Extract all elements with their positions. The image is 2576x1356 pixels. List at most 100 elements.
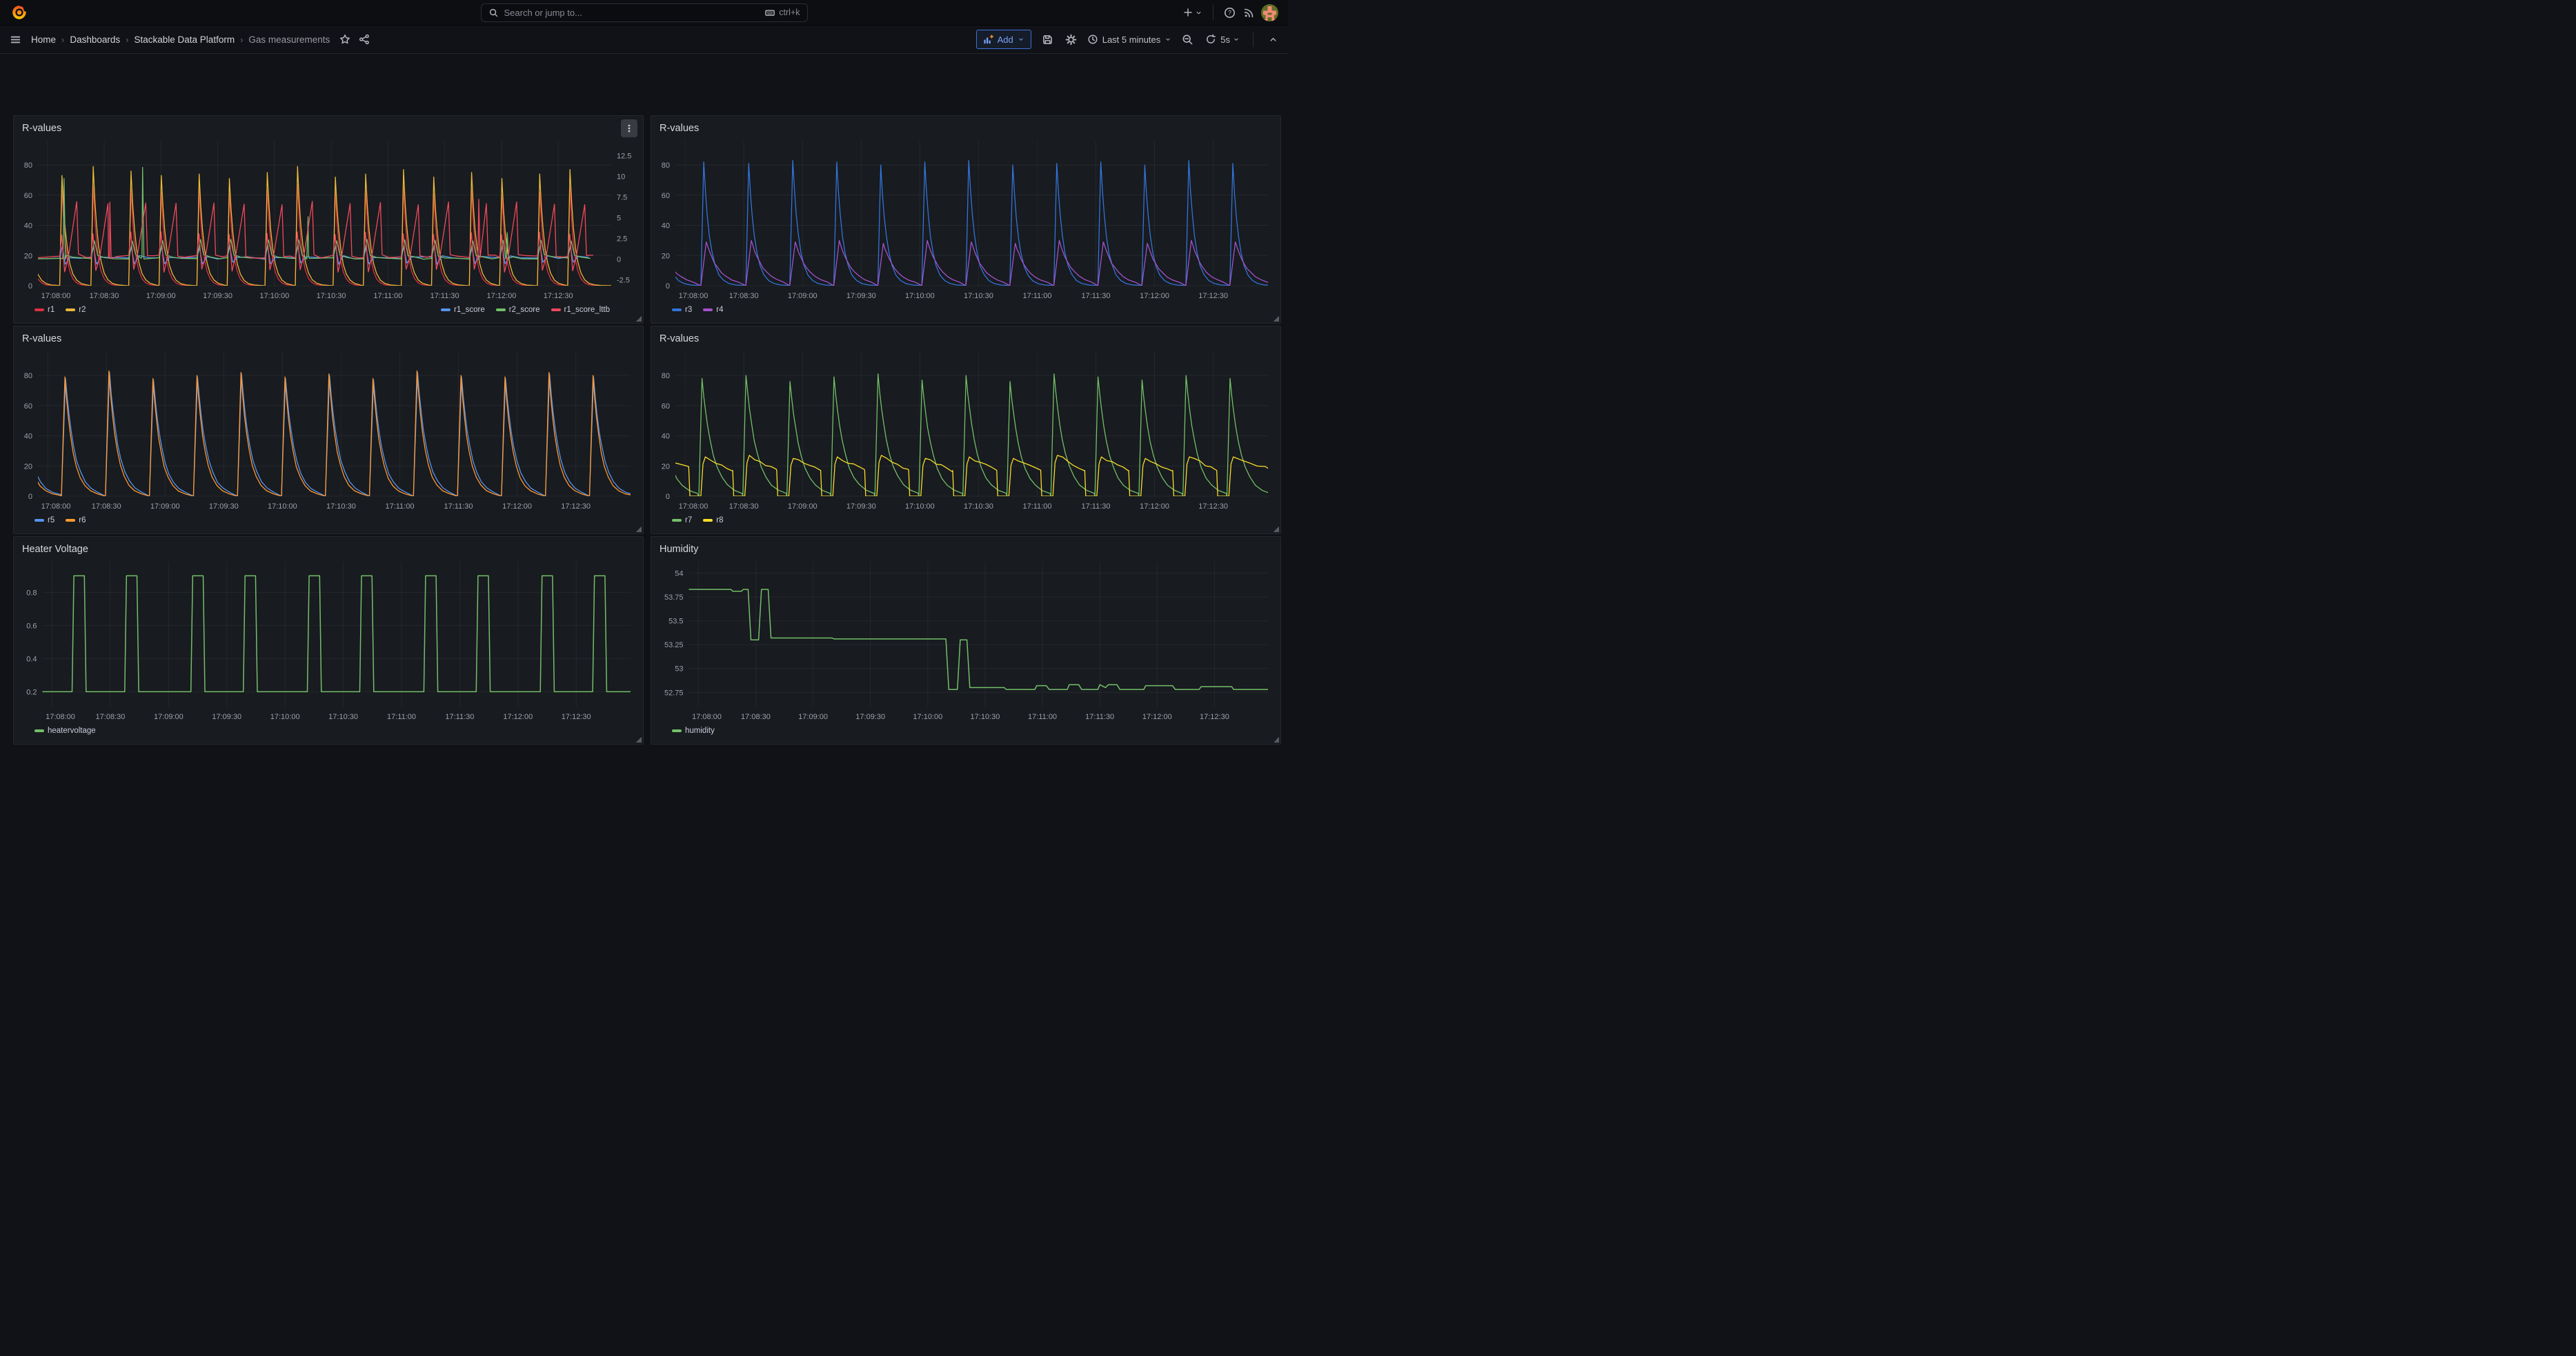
legend-item-r6[interactable]: r6	[66, 516, 86, 524]
share-button[interactable]	[357, 32, 371, 46]
x-tick-label: 17:08:30	[90, 292, 119, 300]
news-rss-button[interactable]	[1242, 6, 1256, 20]
time-series-plot[interactable]: 52.755353.2553.553.755417:08:0017:08:301…	[657, 558, 1276, 723]
time-series-plot[interactable]: 020406080 -2.502.557.51012.5 17:08:00 17:08…	[19, 137, 639, 302]
y-tick-label: 60	[662, 402, 670, 411]
x-axis: 17:08:0017:08:3017:09:0017:09:3017:10:00…	[41, 502, 591, 511]
profile-avatar[interactable]	[1261, 4, 1278, 21]
panel-title[interactable]: Heater Voltage	[22, 544, 88, 555]
time-series-plot[interactable]: 02040608017:08:0017:08:3017:09:0017:09:3…	[657, 137, 1276, 302]
favorite-star-button[interactable]	[338, 32, 352, 46]
search-placeholder: Search or jump to...	[504, 8, 760, 18]
time-range-picker[interactable]: Last 5 minutes	[1087, 34, 1172, 45]
legend-swatch	[34, 308, 44, 311]
y-tick-label: 40	[24, 433, 32, 441]
chevron-down-icon	[1195, 9, 1202, 17]
time-series-plot[interactable]: 0.20.40.60.817:08:0017:08:3017:09:0017:0…	[19, 558, 639, 723]
menu-toggle-button[interactable]	[8, 32, 23, 47]
x-tick-label: 17:10:00	[905, 502, 935, 511]
add-panel-button[interactable]: Add	[976, 30, 1031, 49]
legend-item-r5[interactable]: r5	[34, 516, 55, 524]
panel-r-values-4: R-values02040608017:08:0017:08:3017:09:0…	[651, 326, 1281, 534]
breadcrumb-home[interactable]: Home	[31, 35, 56, 45]
y-tick-label: 0	[666, 282, 670, 291]
panel-resize-handle[interactable]	[1274, 737, 1279, 743]
save-dashboard-button[interactable]	[1040, 32, 1055, 47]
x-tick-label: 17:12:30	[1198, 502, 1228, 511]
legend-item-r1_score_lttb[interactable]: r1_score_lttb	[551, 306, 610, 314]
panel-menu-button[interactable]	[621, 119, 637, 137]
dashboard-settings-button[interactable]	[1064, 32, 1078, 47]
help-button[interactable]: ?	[1222, 6, 1237, 20]
x-tick-label: 17:08:00	[679, 502, 709, 511]
create-new-button[interactable]	[1181, 6, 1204, 19]
zoom-out-button[interactable]	[1180, 32, 1195, 47]
legend: r1 r2 r1_score r2_score r1_score_lttb	[19, 302, 637, 317]
legend-swatch	[496, 308, 506, 311]
y-axis-right: -2.502.557.51012.5	[617, 153, 631, 285]
y-tick-label: 80	[662, 372, 670, 380]
x-tick-label: 17:11:00	[1028, 713, 1057, 721]
legend: r3 r4	[657, 302, 1275, 317]
time-range-label: Last 5 minutes	[1102, 35, 1161, 45]
time-series-plot[interactable]: 02040608017:08:0017:08:3017:09:0017:09:3…	[19, 347, 639, 513]
legend-item-heatervoltage[interactable]: heatervoltage	[34, 727, 96, 735]
legend-item-r4[interactable]: r4	[703, 306, 723, 314]
y-axis-left: 020406080	[24, 161, 32, 291]
breadcrumb-folder[interactable]: Stackable Data Platform	[135, 35, 235, 45]
x-tick-label: 17:10:30	[328, 713, 358, 721]
x-tick-label: 17:10:00	[268, 502, 297, 511]
clock-icon	[1087, 34, 1098, 45]
x-tick-label: 17:09:00	[798, 713, 828, 721]
grafana-logo[interactable]	[10, 3, 29, 22]
gridlines	[675, 141, 1268, 286]
dashboard-toolbar: Home › Dashboards › Stackable Data Platf…	[0, 26, 1288, 54]
time-series-plot[interactable]: 02040608017:08:0017:08:3017:09:0017:09:3…	[657, 347, 1276, 513]
legend-item-r1_score[interactable]: r1_score	[441, 306, 485, 314]
legend-label: r4	[716, 306, 723, 314]
y-tick-label: 2.5	[617, 235, 627, 244]
panel-title[interactable]: R-values	[660, 123, 699, 134]
x-tick-label: 17:09:00	[146, 292, 176, 300]
legend-item-r2[interactable]: r2	[66, 306, 86, 314]
refresh-button[interactable]	[1204, 32, 1218, 46]
legend-item-humidity[interactable]: humidity	[672, 727, 715, 735]
x-tick-label: 17:12:30	[562, 713, 591, 721]
search-bar[interactable]: Search or jump to... ctrl+k	[481, 3, 808, 22]
refresh-interval-dropdown[interactable]: 5s	[1220, 35, 1240, 45]
panel-resize-handle[interactable]	[636, 316, 642, 322]
legend-item-r1[interactable]: r1	[34, 306, 55, 314]
x-tick-label: 17:12:00	[1142, 713, 1172, 721]
y-tick-label: 80	[24, 372, 32, 380]
panel-title[interactable]: R-values	[660, 333, 699, 344]
series-lines	[657, 160, 1276, 286]
legend-item-r3[interactable]: r3	[672, 306, 692, 314]
panel-resize-handle[interactable]	[1274, 316, 1279, 322]
panel-resize-handle[interactable]	[1274, 527, 1279, 532]
panel-title[interactable]: R-values	[22, 123, 61, 134]
collapse-toolbar-button[interactable]	[1267, 33, 1280, 46]
gridlines	[38, 141, 611, 286]
legend-swatch	[672, 519, 682, 522]
legend-item-r7[interactable]: r7	[672, 516, 692, 524]
y-tick-label: 0	[666, 493, 670, 501]
x-tick-label: 17:12:30	[544, 292, 573, 300]
legend-swatch	[66, 308, 75, 311]
x-axis: 17:08:0017:08:3017:09:0017:09:3017:10:00…	[46, 713, 591, 721]
legend-label: r1_score_lttb	[564, 306, 610, 314]
panel-title[interactable]: R-values	[22, 333, 61, 344]
panel-resize-handle[interactable]	[636, 527, 642, 532]
legend-item-r2_score[interactable]: r2_score	[496, 306, 540, 314]
x-tick-label: 17:08:00	[41, 292, 71, 300]
search-shortcut: ctrl+k	[764, 8, 800, 18]
x-tick-label: 17:11:00	[1022, 502, 1051, 511]
breadcrumb-dashboards[interactable]: Dashboards	[70, 35, 120, 45]
legend-label: r2	[79, 306, 86, 314]
x-tick-label: 17:10:30	[326, 502, 356, 511]
legend: r7 r8	[657, 513, 1275, 527]
panel-title[interactable]: Humidity	[660, 544, 698, 555]
panel-resize-handle[interactable]	[636, 737, 642, 743]
legend-item-r8[interactable]: r8	[703, 516, 723, 524]
dashboard-grid: R-values 020406080 -2.502.557.51012.5 17:08…	[0, 52, 1288, 678]
keyboard-icon	[764, 8, 775, 18]
